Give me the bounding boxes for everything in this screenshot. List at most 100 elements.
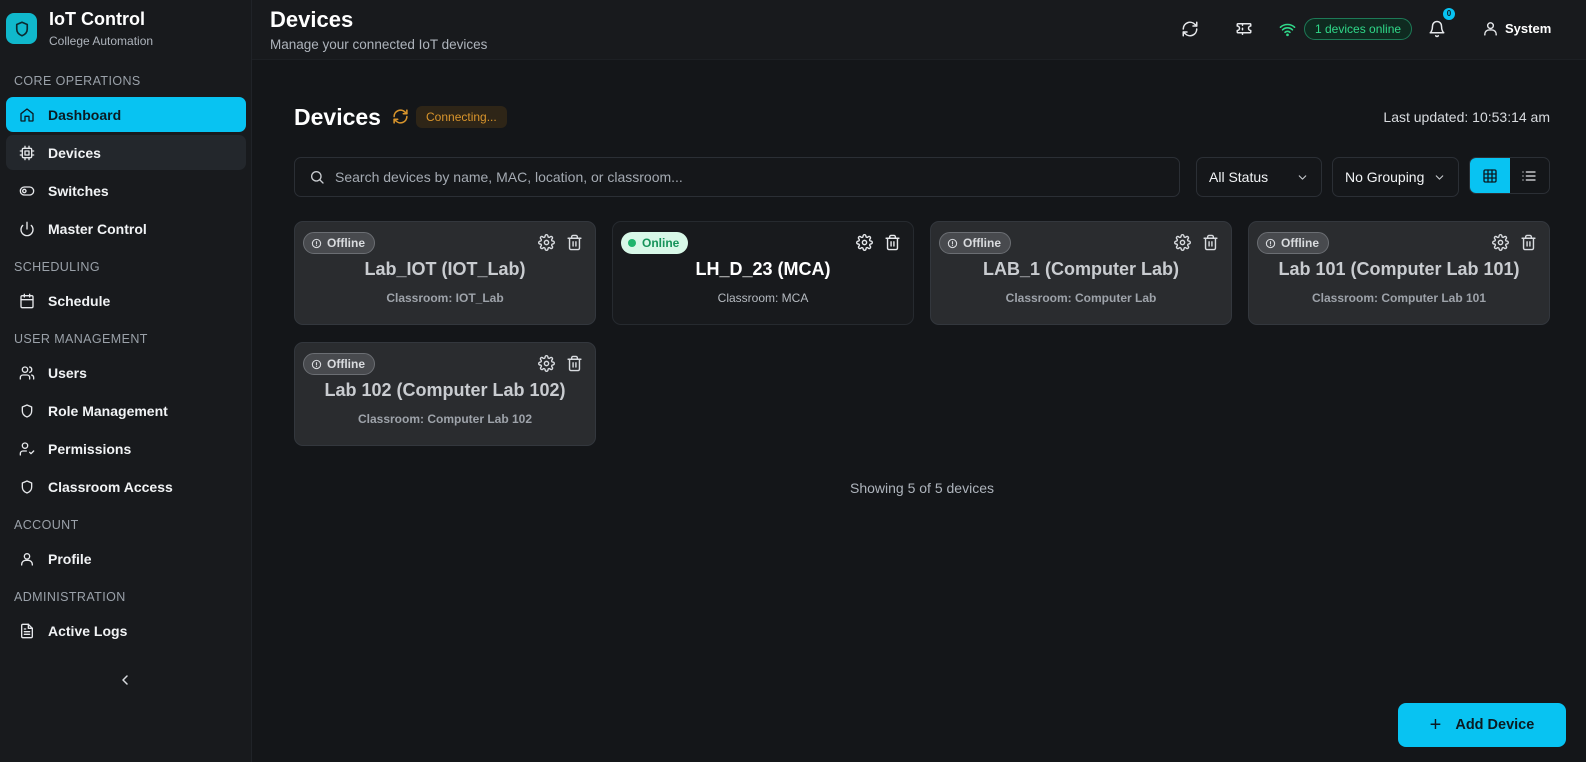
status-badge: Offline <box>1257 232 1329 254</box>
users-icon <box>19 365 35 380</box>
status-badge: Online <box>621 232 689 254</box>
sidebar-item-label: Classroom Access <box>48 478 173 495</box>
add-device-label: Add Device <box>1455 717 1535 733</box>
home-icon <box>20 107 34 122</box>
trash-icon[interactable] <box>1202 234 1219 251</box>
settings-gear-icon[interactable] <box>856 234 873 251</box>
sidebar-item-devices[interactable]: Devices <box>6 135 246 170</box>
notification-count-badge: 0 <box>1443 8 1455 20</box>
grid-view-button[interactable] <box>1470 158 1510 193</box>
sidebar-item-users[interactable]: Users <box>6 355 246 390</box>
user-icon[interactable] <box>1482 20 1499 37</box>
device-name: Lab_IOT (IOT_Lab) <box>364 259 526 279</box>
search-box <box>294 157 1180 197</box>
devices-online-badge: 1 devices online <box>1304 18 1413 40</box>
sidebar-item-switches[interactable]: Switches <box>6 173 246 208</box>
list-icon <box>1522 170 1536 181</box>
refresh-icon[interactable] <box>392 108 409 125</box>
settings-gear-icon[interactable] <box>1174 234 1191 251</box>
device-card[interactable]: Offline Lab_IOT (IOT_Lab) Classroom: IOT… <box>294 221 596 325</box>
wifi-icon <box>1279 23 1296 37</box>
sidebar-item-master-control[interactable]: Master Control <box>6 211 246 246</box>
sidebar-item-profile[interactable]: Profile <box>6 541 246 576</box>
status-filter-value: All Status <box>1209 169 1269 185</box>
sidebar-item-label: Switches <box>48 182 109 199</box>
grouping-value: No Grouping <box>1345 169 1425 185</box>
shield-icon <box>21 479 33 494</box>
toggle-icon <box>19 185 35 196</box>
status-label: Offline <box>1281 236 1319 250</box>
status-badge: Offline <box>303 232 375 254</box>
trash-icon[interactable] <box>1520 234 1537 251</box>
header-title: Devices <box>270 7 354 32</box>
status-label: Offline <box>963 236 1001 250</box>
top-header: Devices Manage your connected IoT device… <box>252 0 1586 60</box>
sidebar-item-active-logs[interactable]: Active Logs <box>6 613 246 648</box>
sidebar-item-classroom-access[interactable]: Classroom Access <box>6 469 246 504</box>
sidebar-item-role-management[interactable]: Role Management <box>6 393 246 428</box>
pagination-summary: Showing 5 of 5 devices <box>850 480 994 496</box>
device-classroom: Classroom: IOT_Lab <box>386 291 504 305</box>
connection-status-badge: Connecting... <box>416 106 507 128</box>
page-title: Devices <box>294 104 381 130</box>
device-classroom: Classroom: Computer Lab <box>1005 291 1157 305</box>
user-name[interactable]: System <box>1505 21 1551 36</box>
sidebar-item-permissions[interactable]: Permissions <box>6 431 246 466</box>
bell-icon[interactable] <box>1428 20 1446 38</box>
chevron-down-icon <box>1435 174 1444 180</box>
sidebar-item-dashboard[interactable]: Dashboard <box>6 97 246 132</box>
device-card[interactable]: Offline LAB_1 (Computer Lab) Classroom: … <box>930 221 1232 325</box>
device-card[interactable]: Offline Lab 102 (Computer Lab 102) Class… <box>294 342 596 446</box>
settings-gear-icon[interactable] <box>1492 234 1509 251</box>
list-view-button[interactable] <box>1510 158 1550 193</box>
chevron-down-icon <box>1298 174 1307 180</box>
sidebar-item-label: Profile <box>48 550 92 567</box>
search-input[interactable] <box>335 169 1155 185</box>
brand-title: IoT Control <box>49 9 145 29</box>
nav-section-user-management: USER MANAGEMENT <box>14 332 148 346</box>
power-icon <box>20 221 34 236</box>
search-icon <box>311 171 324 184</box>
sidebar-item-schedule[interactable]: Schedule <box>6 283 246 318</box>
calendar-icon <box>20 293 34 308</box>
brand: IoT Control College Automation <box>6 8 153 48</box>
status-filter-select[interactable]: All Status <box>1196 157 1322 197</box>
trash-icon[interactable] <box>566 234 583 251</box>
nav-section-scheduling: SCHEDULING <box>14 260 100 274</box>
status-badge: Offline <box>939 232 1011 254</box>
sidebar-item-label: Permissions <box>48 440 132 457</box>
status-label: Offline <box>327 236 365 250</box>
status-badge: Offline <box>303 353 375 375</box>
grid-icon <box>1483 168 1497 183</box>
shield-icon <box>21 403 33 418</box>
trash-icon[interactable] <box>566 355 583 372</box>
device-name: Lab 101 (Computer Lab 101) <box>1278 259 1520 279</box>
sidebar-item-label: Devices <box>48 144 101 161</box>
sidebar-item-label: Dashboard <box>48 106 122 123</box>
chevron-left-icon[interactable] <box>117 672 133 688</box>
ticket-icon[interactable] <box>1235 20 1253 38</box>
info-icon <box>311 359 322 369</box>
plus-icon: + <box>1429 714 1442 736</box>
nav-section-core-operations: CORE OPERATIONS <box>14 74 141 88</box>
nav-section-account: ACCOUNT <box>14 518 79 532</box>
brand-subtitle: College Automation <box>49 34 154 48</box>
file-text-icon <box>21 623 33 638</box>
sidebar-item-label: Role Management <box>48 402 168 419</box>
add-device-button[interactable]: + Add Device <box>1398 703 1566 747</box>
settings-gear-icon[interactable] <box>538 355 555 372</box>
refresh-icon[interactable] <box>1181 20 1199 38</box>
device-card[interactable]: Online LH_D_23 (MCA) Classroom: MCA <box>612 221 914 325</box>
device-card[interactable]: Offline Lab 101 (Computer Lab 101) Class… <box>1248 221 1550 325</box>
grouping-select[interactable]: No Grouping <box>1332 157 1459 197</box>
settings-gear-icon[interactable] <box>538 234 555 251</box>
device-name: Lab 102 (Computer Lab 102) <box>324 380 566 400</box>
info-icon <box>311 238 322 248</box>
device-name: LH_D_23 (MCA) <box>695 259 831 279</box>
device-name: LAB_1 (Computer Lab) <box>982 259 1179 279</box>
view-toggle <box>1469 157 1550 194</box>
sidebar: IoT Control College Automation CORE OPER… <box>0 0 252 762</box>
chip-icon <box>19 145 35 160</box>
sidebar-item-label: Schedule <box>48 292 111 309</box>
trash-icon[interactable] <box>884 234 901 251</box>
